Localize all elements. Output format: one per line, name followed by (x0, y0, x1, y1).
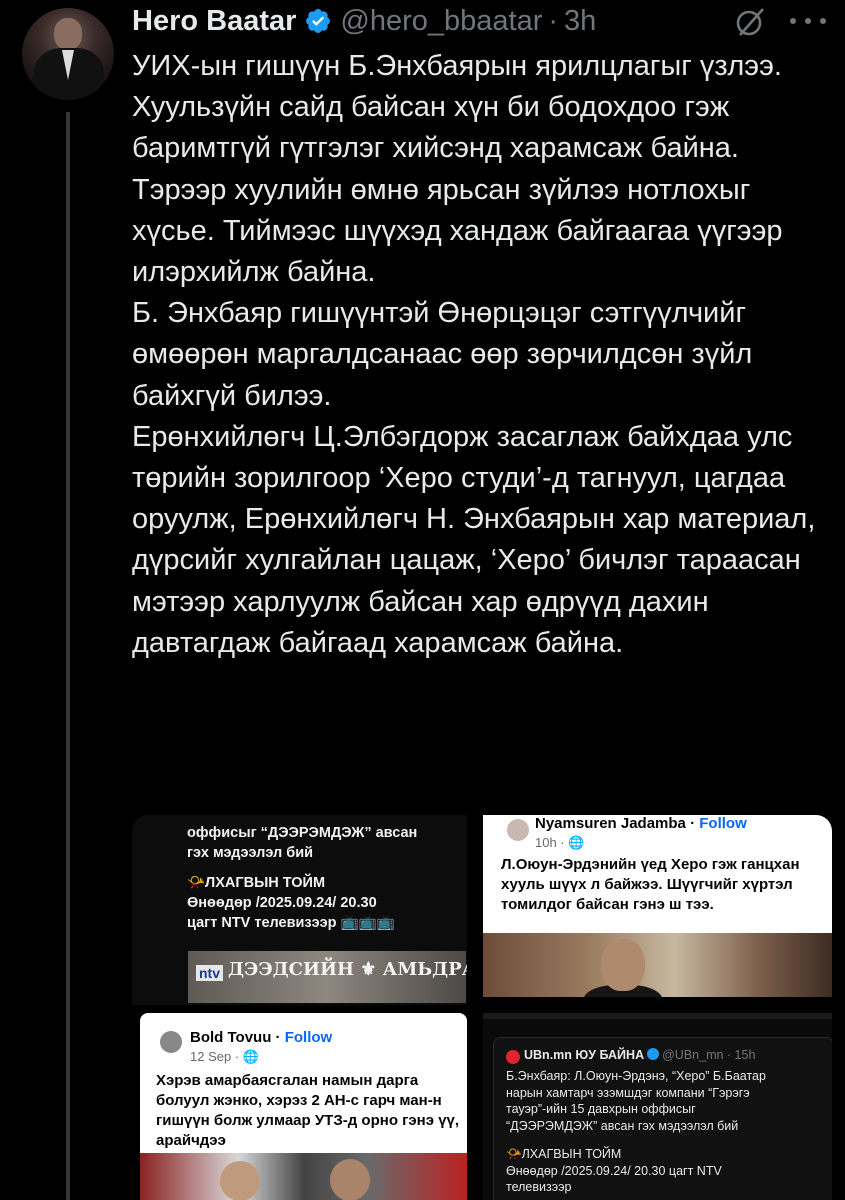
media-image-3[interactable]: Bold Tovuu · Follow 12 Sep · 🌐 Хэрэв ама… (132, 1013, 467, 1200)
poster-name: Nyamsuren Jadamba · Follow (535, 815, 747, 832)
quoted-line: нарын хамтарч эзэмшдэг компани “Гэрэгэ (506, 1085, 750, 1100)
verified-badge-icon (306, 9, 331, 33)
quoted-tweet-card: UBn.mn ЮУ БАЙНА @UBn_mn · 15h Б.Энхбаяр: … (493, 1037, 832, 1200)
tweet-header: Hero Baatar @hero_bbaatar · 3h (132, 4, 596, 38)
image-1-line: оффисыг “ДЭЭРЭМДЭЖ” авсан (187, 825, 418, 841)
follow-link: Follow (284, 1029, 333, 1046)
header-separator: · (548, 4, 559, 37)
quoted-line: 📯ЛХАГВЫН ТОЙМ (506, 1147, 622, 1161)
thread-line (66, 112, 70, 1200)
tweet-paragraph: Хуульзүйн сайд байсан хүн би бодохдоо гэ… (132, 91, 739, 165)
quoted-handle: @UBn_mn · 15h (662, 1048, 756, 1062)
quoted-author-name: UBn.mn ЮУ БАЙНА (524, 1048, 645, 1062)
author-avatar[interactable] (22, 8, 114, 100)
tweet-paragraph: УИХ-ын гишүүн Б.Энхбаярын ярилцлагыг үзл… (132, 50, 782, 82)
person-face (601, 939, 645, 991)
quoted-line: тауэр”-ийн 15 давхрын оффисыг (506, 1102, 696, 1116)
author-handle[interactable]: @hero_bbaatar (340, 5, 542, 38)
image-1-line: гэх мэдээлэл бий (187, 845, 314, 861)
person-face (220, 1161, 260, 1200)
media-image-1[interactable]: оффисыг “ДЭЭРЭМДЭЖ” авсан гэх мэдээлэл б… (132, 815, 467, 1005)
verified-badge-icon (647, 1048, 660, 1060)
media-grid: оффисыг “ДЭЭРЭМДЭЖ” авсан гэх мэдээлэл б… (132, 815, 832, 1200)
tv-show-banner: ntv ДЭЭДСИЙН ⚜ АМЬДРАЛ (188, 951, 467, 1003)
image-1-line: цагт NTV телевизээр 📺📺📺 (187, 915, 395, 931)
tweet-text: УИХ-ын гишүүн Б.Энхбаярын ярилцлагыг үзл… (132, 46, 827, 664)
grok-icon[interactable] (734, 6, 766, 38)
quoted-author: UBn.mn ЮУ БАЙНА @UBn_mn · 15h (524, 1048, 755, 1062)
image-1-line (187, 863, 467, 873)
quoted-line: Өнөөдөр /2025.09.24/ 20.30 цагт NTV (506, 1163, 722, 1178)
media-image-2[interactable]: Nyamsuren Jadamba · Follow 10h · 🌐 Л.Оюу… (483, 815, 832, 1005)
person-face (330, 1159, 370, 1200)
name-separator: · (685, 815, 700, 832)
quoted-line: Б.Энхбаяр: Л.Оюун-Эрдэнэ, “Херо” Б.Баата… (506, 1069, 766, 1083)
tweet-paragraph: Ерөнхийлөгч Ц.Элбэгдорж засаглаж байхдаа… (132, 420, 816, 659)
image-edge (483, 1013, 832, 1019)
tweet-paragraph: Тэрээр хуулийн өмнө ярьсан зүйлээ нотлох… (132, 173, 783, 289)
post-meta: 10h · 🌐 (535, 835, 585, 850)
post-meta: 12 Sep · 🌐 (190, 1049, 259, 1064)
ubn-logo-icon (506, 1050, 520, 1064)
follow-link: Follow (699, 815, 747, 832)
image-1-line: Өнөөдөр /2025.09.24/ 20.30 (187, 895, 377, 911)
post-body: Хэрэв амарбаясгалан намын дарга болуул ж… (156, 1072, 460, 1149)
poster-avatar (160, 1031, 182, 1053)
post-photo (140, 1153, 467, 1200)
image-edge (483, 997, 832, 1005)
more-options-icon[interactable] (790, 18, 826, 28)
image-1-text: оффисыг “ДЭЭРЭМДЭЖ” авсан гэх мэдээлэл б… (187, 823, 467, 933)
quoted-line: “ДЭЭРЭМДЭЖ” авсан гэх мэдээлэл бий (506, 1118, 739, 1133)
poster-name-text: Bold Tovuu (190, 1029, 272, 1046)
quoted-line (506, 1134, 828, 1146)
tweet-time[interactable]: 3h (564, 5, 596, 38)
post-photo (483, 933, 832, 1005)
poster-avatar (507, 819, 529, 841)
facebook-post-card: Bold Tovuu · Follow 12 Sep · 🌐 Хэрэв ама… (140, 1013, 467, 1200)
author-name[interactable]: Hero Baatar (132, 5, 296, 38)
name-separator: · (271, 1029, 285, 1046)
ntv-logo: ntv (196, 965, 223, 981)
image-1-line: 📯ЛХАГВЫН ТОЙМ (187, 875, 326, 891)
quoted-body: Б.Энхбаяр: Л.Оюун-Эрдэнэ, “Херо” Б.Баата… (506, 1068, 828, 1196)
poster-name: Bold Tovuu · Follow (190, 1029, 332, 1046)
tweet-paragraph: Б. Энхбаяр гишүүнтэй Өнөрцэцэг сэтгүүлчи… (132, 297, 753, 412)
show-title: ДЭЭДСИЙН ⚜ АМЬДРАЛ (228, 959, 467, 980)
media-image-4[interactable]: UBn.mn ЮУ БАЙНА @UBn_mn · 15h Б.Энхбаяр: … (483, 1013, 832, 1200)
post-body: Л.Оюун-Эрдэнийн үед Херо гэж ганцхан хуу… (501, 856, 800, 913)
poster-name-text: Nyamsuren Jadamba (535, 815, 686, 832)
avatar-face (54, 18, 82, 50)
quoted-line: телевизээр (506, 1180, 572, 1194)
